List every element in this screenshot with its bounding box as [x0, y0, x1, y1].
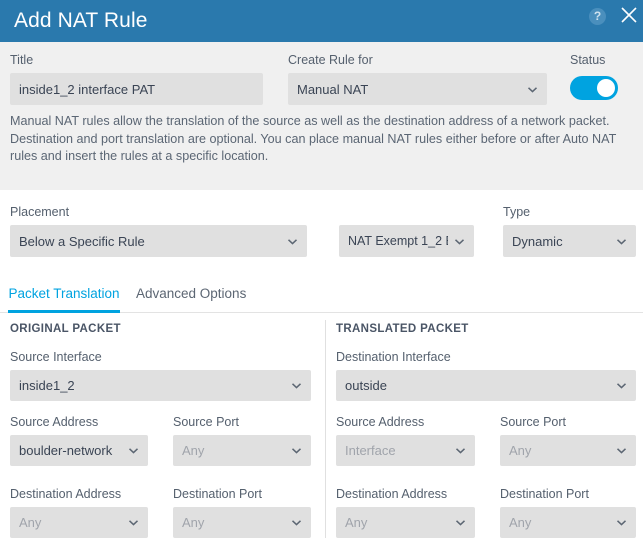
translated-destination-port-value: Any: [509, 515, 532, 530]
source-interface-value: inside1_2: [19, 378, 75, 393]
chevron-down-icon: [616, 445, 627, 456]
original-destination-port-select[interactable]: Any: [173, 507, 311, 538]
chevron-down-icon: [291, 445, 302, 456]
translated-destination-port-label: Destination Port: [500, 487, 589, 501]
placement-value: Below a Specific Rule: [19, 233, 145, 249]
original-destination-port-value: Any: [182, 515, 205, 530]
chevron-down-icon: [455, 445, 466, 456]
create-rule-for-select[interactable]: Manual NAT: [288, 73, 547, 105]
translated-destination-address-label: Destination Address: [336, 487, 448, 501]
original-source-address-label: Source Address: [10, 415, 99, 429]
original-source-port-select[interactable]: Any: [173, 435, 311, 466]
chevron-down-icon: [128, 517, 139, 528]
type-select[interactable]: Dynamic: [503, 225, 636, 257]
original-destination-port-label: Destination Port: [173, 487, 262, 501]
chevron-down-icon: [527, 84, 538, 95]
create-rule-for-label: Create Rule for: [288, 53, 373, 67]
title-field-label: Title: [10, 53, 34, 67]
packet-columns-divider: [325, 320, 326, 538]
destination-interface-value: outside: [345, 378, 387, 393]
chevron-down-icon: [455, 517, 466, 528]
title-input-value: inside1_2 interface PAT: [19, 81, 156, 97]
original-destination-address-value: Any: [19, 515, 42, 530]
placement-label: Placement: [10, 205, 70, 219]
placement-rule-reference-select[interactable]: NAT Exempt 1_2 E: [339, 225, 474, 257]
translated-source-address-value: Interface: [345, 443, 396, 458]
original-source-port-value: Any: [182, 443, 205, 458]
dialog-title: Add NAT Rule: [14, 9, 148, 32]
type-label: Type: [503, 205, 531, 219]
chevron-down-icon: [291, 517, 302, 528]
placement-rule-reference-value: NAT Exempt 1_2 E: [348, 234, 448, 248]
chevron-down-icon: [616, 517, 627, 528]
original-source-address-select[interactable]: boulder-network: [10, 435, 148, 466]
create-rule-for-value: Manual NAT: [297, 81, 369, 97]
chevron-down-icon: [616, 236, 627, 247]
dialog-title-bar: Add NAT Rule ?: [0, 0, 643, 42]
translated-source-port-label: Source Port: [500, 415, 567, 429]
original-source-port-label: Source Port: [173, 415, 240, 429]
translated-destination-port-select[interactable]: Any: [500, 507, 636, 538]
tab-bar: Packet Translation Advanced Options: [0, 280, 643, 313]
original-source-address-value: boulder-network: [19, 443, 113, 458]
add-nat-rule-dialog: Add NAT Rule ? Title inside1_2 interface…: [0, 0, 643, 541]
translated-destination-address-select[interactable]: Any: [336, 507, 475, 538]
translated-source-port-value: Any: [509, 443, 532, 458]
close-icon[interactable]: [619, 5, 639, 25]
tab-packet-translation[interactable]: Packet Translation: [8, 280, 120, 313]
tab-advanced-options[interactable]: Advanced Options: [136, 280, 246, 313]
translated-source-port-select[interactable]: Any: [500, 435, 636, 466]
type-value: Dynamic: [512, 233, 563, 249]
chevron-down-icon: [128, 445, 139, 456]
translated-source-address-select[interactable]: Interface: [336, 435, 475, 466]
placement-select[interactable]: Below a Specific Rule: [10, 225, 307, 257]
original-packet-heading: ORIGINAL PACKET: [10, 323, 121, 335]
chevron-down-icon: [616, 380, 627, 391]
status-toggle[interactable]: [570, 76, 618, 100]
translated-packet-heading: TRANSLATED PACKET: [336, 323, 469, 335]
destination-interface-label: Destination Interface: [336, 350, 451, 364]
translated-destination-address-value: Any: [345, 515, 368, 530]
chevron-down-icon: [454, 236, 465, 247]
original-destination-address-select[interactable]: Any: [10, 507, 148, 538]
source-interface-select[interactable]: inside1_2: [10, 370, 311, 401]
help-circle-icon[interactable]: ?: [589, 8, 606, 25]
chevron-down-icon: [287, 236, 298, 247]
status-toggle-knob: [597, 79, 615, 97]
chevron-down-icon: [291, 380, 302, 391]
description-text: Manual NAT rules allow the translation o…: [10, 114, 617, 163]
translated-source-address-label: Source Address: [336, 415, 425, 429]
source-interface-label: Source Interface: [10, 350, 102, 364]
title-input[interactable]: inside1_2 interface PAT: [10, 73, 263, 105]
original-destination-address-label: Destination Address: [10, 487, 122, 501]
destination-interface-select[interactable]: outside: [336, 370, 636, 401]
status-label: Status: [570, 53, 606, 67]
